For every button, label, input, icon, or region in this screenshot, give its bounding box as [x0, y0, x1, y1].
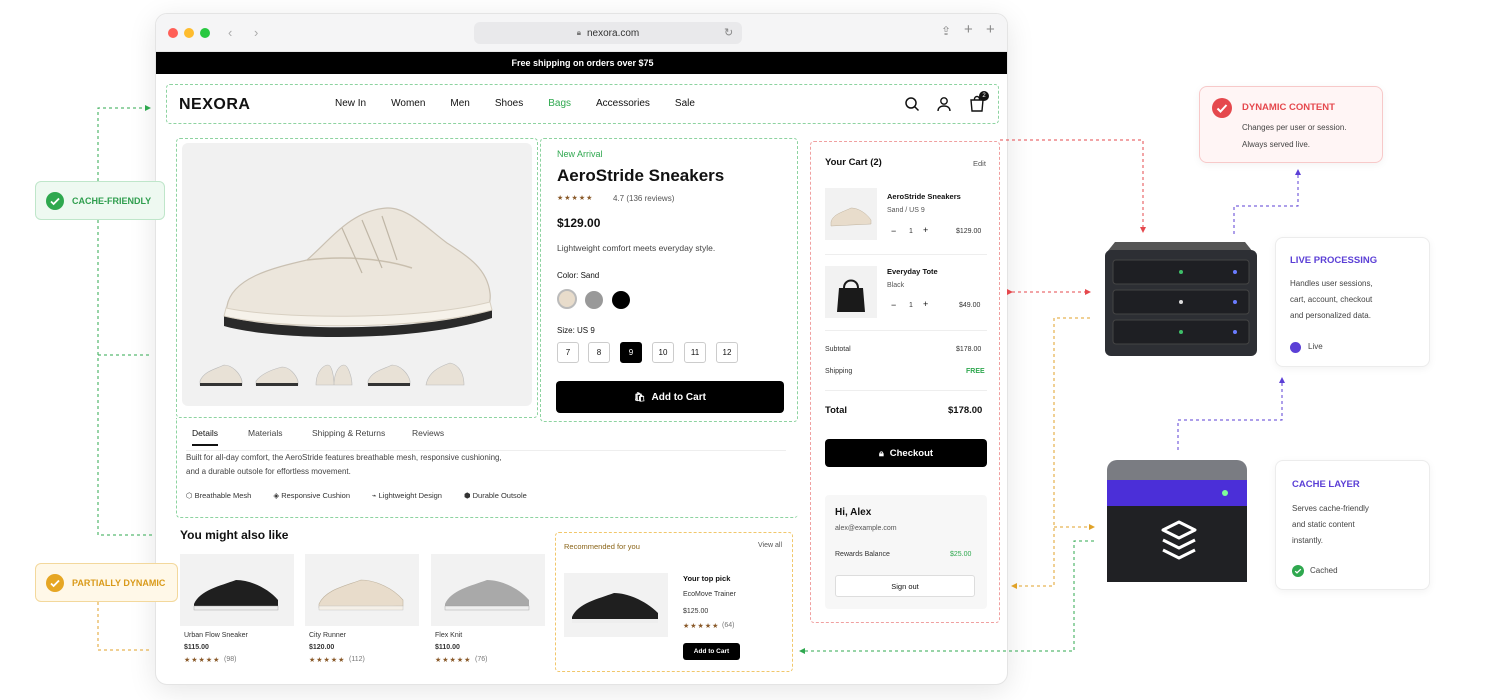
live-processing-box: LIVE PROCESSING Handles user sessions, c… [1275, 237, 1430, 367]
dynamic-content-line2: Always served live. [1242, 140, 1311, 149]
cache-layer-line3: instantly. [1292, 536, 1323, 545]
live-processing-line2: cart, account, checkout [1290, 295, 1373, 304]
live-processing-line1: Handles user sessions, [1290, 279, 1373, 288]
cache-layer-line2: and static content [1292, 520, 1355, 529]
check-circle-icon [1292, 565, 1304, 577]
live-status-dot [1290, 342, 1301, 353]
check-circle-icon [1212, 98, 1232, 118]
cache-layer-box: CACHE LAYER Serves cache-friendly and st… [1275, 460, 1430, 590]
live-status-text: Live [1308, 342, 1323, 351]
cache-layer-title: CACHE LAYER [1292, 479, 1360, 490]
live-processing-title: LIVE PROCESSING [1290, 255, 1378, 266]
dynamic-content-line1: Changes per user or session. [1242, 123, 1347, 132]
cache-server-icon [1107, 460, 1247, 582]
cached-status-text: Cached [1310, 566, 1338, 575]
live-processing-line3: and personalized data. [1290, 311, 1371, 320]
dynamic-content-box: DYNAMIC CONTENT Changes per user or sess… [1199, 86, 1383, 163]
live-server-icon [1105, 242, 1257, 356]
cache-layer-line1: Serves cache-friendly [1292, 504, 1369, 513]
dynamic-content-title: DYNAMIC CONTENT [1242, 102, 1335, 113]
